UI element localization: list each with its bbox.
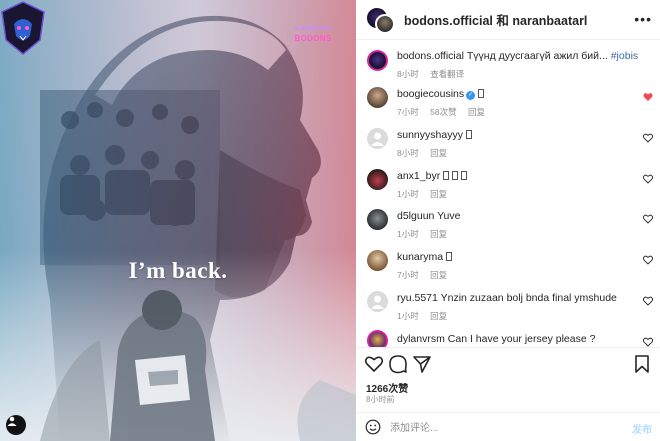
avatar[interactable] — [367, 291, 388, 312]
user-tag-button[interactable] — [6, 415, 26, 435]
reply-button[interactable]: 回复 — [430, 270, 447, 280]
emoji-glyph-icon — [446, 252, 453, 261]
emoji-glyph-icon — [465, 130, 472, 139]
comment-time: 1小时 — [397, 311, 419, 321]
comment-username[interactable]: sunnyyshayyy — [397, 129, 463, 141]
post-authors: bodons.official 和 naranbaatarl — [404, 10, 587, 29]
team-logo-text: BODONS — [294, 34, 332, 43]
default-avatar-icon — [371, 132, 384, 146]
heart-icon[interactable] — [643, 296, 653, 306]
reply-button[interactable]: 回复 — [430, 148, 447, 158]
comment-time: 8小时 — [397, 148, 419, 158]
post-action-bar — [356, 347, 660, 377]
emoji-glyph-icon — [478, 89, 485, 98]
comment-icon[interactable] — [388, 354, 408, 374]
comment-username[interactable]: d5lguun — [397, 210, 434, 222]
bookmark-icon[interactable] — [632, 354, 652, 374]
avatar[interactable] — [367, 128, 388, 149]
emoji-glyph-icon — [461, 171, 468, 180]
like-count[interactable]: 1266次赞 — [366, 380, 408, 395]
team-logo-top-text: ULAANBAATAR — [294, 26, 332, 32]
post-header: bodons.official 和 naranbaatarl — [356, 0, 660, 40]
caption-text: Түүнд дуусгаагүй ажил бий... — [466, 50, 608, 62]
comments-list[interactable]: bodons.official Түүнд дуусгаагүй ажил би… — [356, 41, 660, 347]
emoji-glyph-icon — [452, 171, 459, 180]
comment-likes[interactable]: 58次赞 — [430, 107, 456, 117]
avatar[interactable] — [367, 250, 388, 271]
caption-hashtag[interactable]: #jobisnotfinished — [611, 50, 638, 62]
post-comment-button[interactable]: 发布 — [632, 421, 652, 436]
post-image: ULAANBAATAR BODONS I’m back. — [0, 0, 356, 441]
comment-username[interactable]: anx1_byr — [397, 170, 440, 182]
emoji-glyph-icon — [443, 171, 450, 180]
avatar[interactable] — [367, 87, 388, 108]
comment-input[interactable] — [390, 420, 600, 436]
comment-text: Yuve — [437, 210, 461, 222]
post-side-panel: bodons.official 和 naranbaatarl ••• bodon… — [356, 0, 660, 441]
reply-button[interactable]: 回复 — [468, 107, 485, 117]
avatar[interactable] — [367, 209, 388, 230]
author-conjunction: 和 — [496, 14, 509, 28]
user-tag-icon — [7, 416, 17, 426]
author-link[interactable]: bodons.official — [404, 14, 493, 28]
avatar[interactable] — [367, 330, 388, 347]
comment-time: 7小时 — [397, 270, 419, 280]
avatar[interactable] — [375, 13, 395, 34]
poster-headline: I’m back. — [128, 258, 228, 283]
avatar[interactable] — [367, 169, 388, 190]
reply-button[interactable]: 回复 — [430, 229, 447, 239]
reply-button[interactable]: 回复 — [430, 311, 447, 321]
heart-icon[interactable] — [643, 174, 653, 184]
comment-time: 1小时 — [397, 189, 419, 199]
header-avatars[interactable] — [366, 5, 396, 35]
emoji-icon[interactable] — [365, 419, 381, 435]
heart-icon[interactable] — [643, 337, 653, 347]
verified-badge-icon: ✓ — [466, 91, 476, 100]
share-icon[interactable] — [412, 354, 432, 374]
comment-username[interactable]: kunaryma — [397, 251, 443, 263]
comment-time: 1小时 — [397, 229, 419, 239]
post-timestamp: 8小时前 — [366, 395, 395, 404]
poster-artwork — [0, 0, 356, 441]
team-logo — [1, 1, 45, 55]
comment-text: Ynzin zuzaan bolj bnda final ymshude — [440, 292, 617, 304]
author-link[interactable]: naranbaatarl — [512, 14, 587, 28]
reply-button[interactable]: 回复 — [430, 189, 447, 199]
comment-username[interactable]: boogiecousins — [397, 88, 464, 100]
comment-text: Can I have your jersey please ? — [447, 333, 596, 345]
heart-icon[interactable] — [643, 214, 653, 224]
heart-icon[interactable] — [364, 354, 384, 374]
heart-icon[interactable] — [643, 92, 653, 102]
caption-username[interactable]: bodons.official — [397, 50, 464, 62]
default-avatar-icon — [371, 295, 384, 309]
comment-time: 7小时 — [397, 107, 419, 117]
avatar[interactable] — [367, 50, 388, 71]
comment-composer: 发布 — [356, 412, 660, 441]
more-options-icon[interactable]: ••• — [634, 11, 652, 27]
caption-time: 8小时 — [397, 69, 419, 79]
translate-link[interactable]: 查看翻译 — [430, 69, 464, 79]
comment-username[interactable]: ryu.5571 — [397, 292, 438, 304]
heart-icon[interactable] — [643, 133, 653, 143]
heart-icon[interactable] — [643, 255, 653, 265]
comment-username[interactable]: dylanvrsm — [397, 333, 445, 345]
